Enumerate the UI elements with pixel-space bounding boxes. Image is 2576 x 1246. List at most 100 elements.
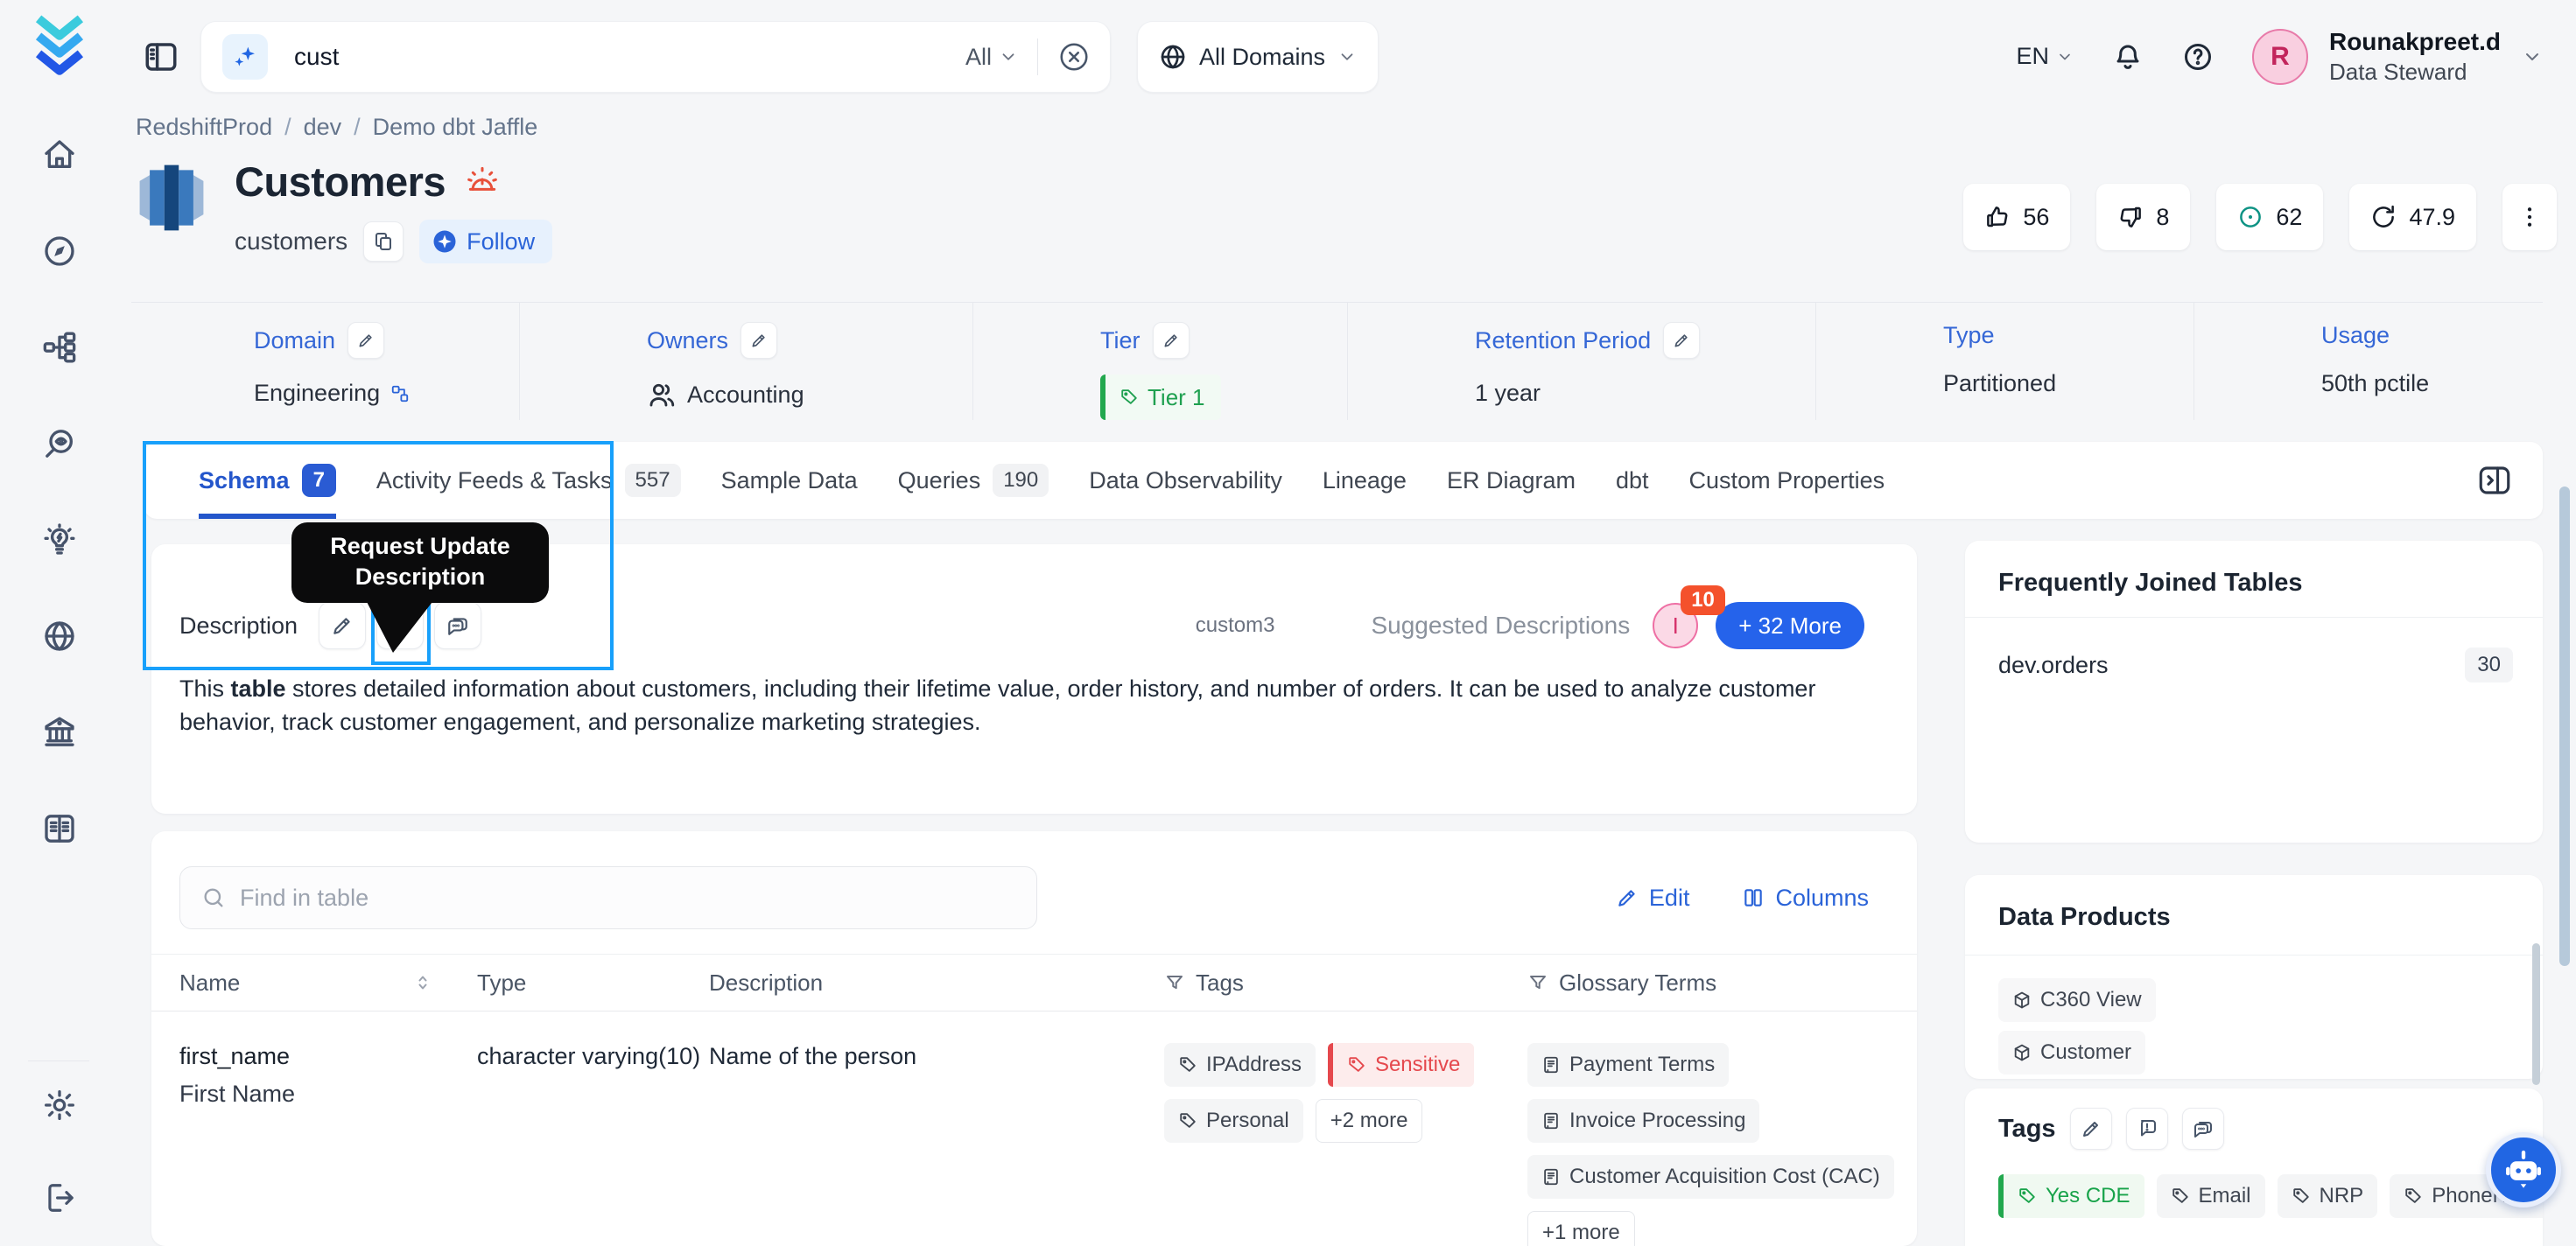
home-icon[interactable]: [41, 136, 78, 173]
request-tags-icon[interactable]: [2125, 1108, 2168, 1150]
tag-chip[interactable]: IPAddress: [1164, 1043, 1316, 1087]
edit-columns-button[interactable]: Edit: [1616, 885, 1689, 912]
more-actions-button[interactable]: [2502, 184, 2557, 250]
chat-assistant-button[interactable]: [2486, 1132, 2561, 1208]
tab-activity-feeds[interactable]: Activity Feeds & Tasks 557: [376, 442, 681, 519]
usage-label[interactable]: Usage: [2321, 322, 2390, 349]
user-menu[interactable]: R Rounakpreet.d Data Steward: [2251, 28, 2543, 86]
tier-label[interactable]: Tier: [1100, 327, 1141, 354]
tag-chip[interactable]: Email: [2156, 1174, 2265, 1218]
tab-sample-data[interactable]: Sample Data: [721, 442, 858, 519]
edit-tier-pencil-icon[interactable]: [1152, 322, 1190, 359]
table-row[interactable]: first_name First Name character varying(…: [151, 1012, 1917, 1246]
header-name[interactable]: Name: [179, 970, 477, 997]
owners-value[interactable]: Accounting: [687, 382, 804, 409]
global-search-bar[interactable]: All: [200, 21, 1111, 93]
left-sidebar: [0, 0, 118, 1246]
glossary-term-chip[interactable]: Customer Acquisition Cost (CAC): [1527, 1155, 1894, 1199]
find-in-table-input[interactable]: [240, 884, 1015, 912]
search-scope-dropdown[interactable]: All: [965, 44, 1018, 71]
header-tags[interactable]: Tags: [1164, 970, 1527, 997]
downvotes-count: 8: [2156, 203, 2170, 230]
edit-domain-pencil-icon[interactable]: [347, 322, 385, 359]
discover-compass-icon[interactable]: [41, 233, 78, 270]
header-glossary-terms[interactable]: Glossary Terms: [1527, 970, 1889, 997]
header-description[interactable]: Description: [709, 970, 1164, 997]
filter-funnel-icon[interactable]: [1527, 972, 1548, 993]
search-clear-icon[interactable]: [1057, 40, 1091, 74]
score-button[interactable]: 62: [2216, 184, 2324, 250]
columns-button[interactable]: Columns: [1742, 885, 1869, 912]
notifications-bell-icon[interactable]: [2112, 41, 2144, 73]
collapse-panel-icon[interactable]: [2476, 462, 2513, 499]
workflow-icon[interactable]: [41, 329, 78, 366]
tab-data-observability[interactable]: Data Observability: [1089, 442, 1282, 519]
tag-more-label: +2 more: [1330, 1109, 1408, 1132]
tab-dbt[interactable]: dbt: [1616, 442, 1649, 519]
breadcrumb-schema[interactable]: dev: [304, 114, 342, 141]
follow-button[interactable]: Follow: [419, 220, 553, 263]
tag-chip-yes-cde[interactable]: Yes CDE: [1998, 1174, 2144, 1218]
copy-icon[interactable]: [363, 221, 404, 262]
glossary-book-icon[interactable]: [41, 810, 78, 847]
logout-icon[interactable]: [41, 1180, 78, 1216]
owners-label[interactable]: Owners: [647, 327, 728, 354]
ai-sparkle-icon: [222, 34, 268, 80]
upvotes-button[interactable]: 56: [1963, 184, 2071, 250]
tag-chip-sensitive[interactable]: Sensitive: [1327, 1043, 1475, 1087]
governance-bank-icon[interactable]: [41, 714, 78, 751]
description-comments-icon[interactable]: [434, 602, 482, 649]
glossary-term-chip[interactable]: Payment Terms: [1527, 1043, 1730, 1087]
header-type[interactable]: Type: [477, 970, 709, 997]
kebab-menu-icon: [2516, 204, 2543, 230]
tab-lineage[interactable]: Lineage: [1323, 442, 1407, 519]
retention-label[interactable]: Retention Period: [1475, 327, 1651, 354]
filter-funnel-icon[interactable]: [1164, 972, 1185, 993]
edit-owners-pencil-icon[interactable]: [741, 322, 778, 359]
data-product-chip[interactable]: C360 View: [1998, 978, 2156, 1022]
all-domains-dropdown[interactable]: All Domains: [1137, 21, 1379, 93]
edit-retention-pencil-icon[interactable]: [1663, 322, 1701, 359]
language-dropdown[interactable]: EN: [2016, 43, 2074, 70]
joined-table-row[interactable]: dev.orders 30: [1965, 618, 2543, 682]
breadcrumb-database[interactable]: Demo dbt Jaffle: [373, 114, 538, 141]
domain-value[interactable]: Engineering: [254, 380, 380, 407]
help-icon[interactable]: [2182, 41, 2214, 73]
sidebar-toggle-icon[interactable]: [143, 38, 179, 75]
tier-chip[interactable]: Tier 1: [1100, 374, 1221, 420]
glossary-more-chip[interactable]: +1 more: [1527, 1211, 1635, 1246]
sort-icon[interactable]: [412, 972, 433, 993]
tab-custom-properties[interactable]: Custom Properties: [1689, 442, 1885, 519]
atlan-logo-icon[interactable]: [33, 14, 86, 81]
type-label[interactable]: Type: [1943, 322, 1995, 349]
settings-gear-icon[interactable]: [41, 1087, 78, 1124]
insights-bulb-icon[interactable]: [41, 522, 78, 558]
tab-queries[interactable]: Queries 190: [898, 442, 1049, 519]
rail-scrollbar[interactable]: [2532, 943, 2540, 1085]
freshness-button[interactable]: 47.9: [2349, 184, 2476, 250]
observability-icon[interactable]: [41, 425, 78, 462]
domain-label[interactable]: Domain: [254, 327, 335, 354]
tag-chip[interactable]: Personal: [1164, 1099, 1303, 1143]
package-box-icon: [2012, 1043, 2032, 1062]
type-value: Partitioned: [1943, 370, 2057, 396]
tags-more-chip[interactable]: +2 more: [1315, 1099, 1423, 1143]
column-name[interactable]: first_name: [179, 1043, 477, 1070]
cell-column-type: character varying(10): [477, 1043, 701, 1069]
global-search-input[interactable]: [294, 43, 965, 71]
tags-comments-icon[interactable]: [2181, 1108, 2224, 1150]
web-globe-icon[interactable]: [41, 618, 78, 654]
data-product-chip[interactable]: Customer: [1998, 1031, 2146, 1074]
breadcrumb-connection[interactable]: RedshiftProd: [136, 114, 272, 141]
edit-tags-pencil-icon[interactable]: [2069, 1108, 2112, 1150]
robot-icon: [2501, 1147, 2546, 1193]
tab-er-diagram[interactable]: ER Diagram: [1447, 442, 1576, 519]
downvotes-button[interactable]: 8: [2096, 184, 2191, 250]
edit-description-pencil-icon[interactable]: [319, 602, 367, 649]
window-scrollbar[interactable]: [2559, 486, 2570, 966]
request-update-description-icon[interactable]: [376, 602, 425, 649]
suggestions-more-button[interactable]: + 32 More: [1716, 602, 1864, 649]
tag-chip[interactable]: NRP: [2277, 1174, 2378, 1218]
glossary-term-chip[interactable]: Invoice Processing: [1527, 1099, 1760, 1143]
tab-schema[interactable]: Schema 7: [199, 442, 336, 519]
